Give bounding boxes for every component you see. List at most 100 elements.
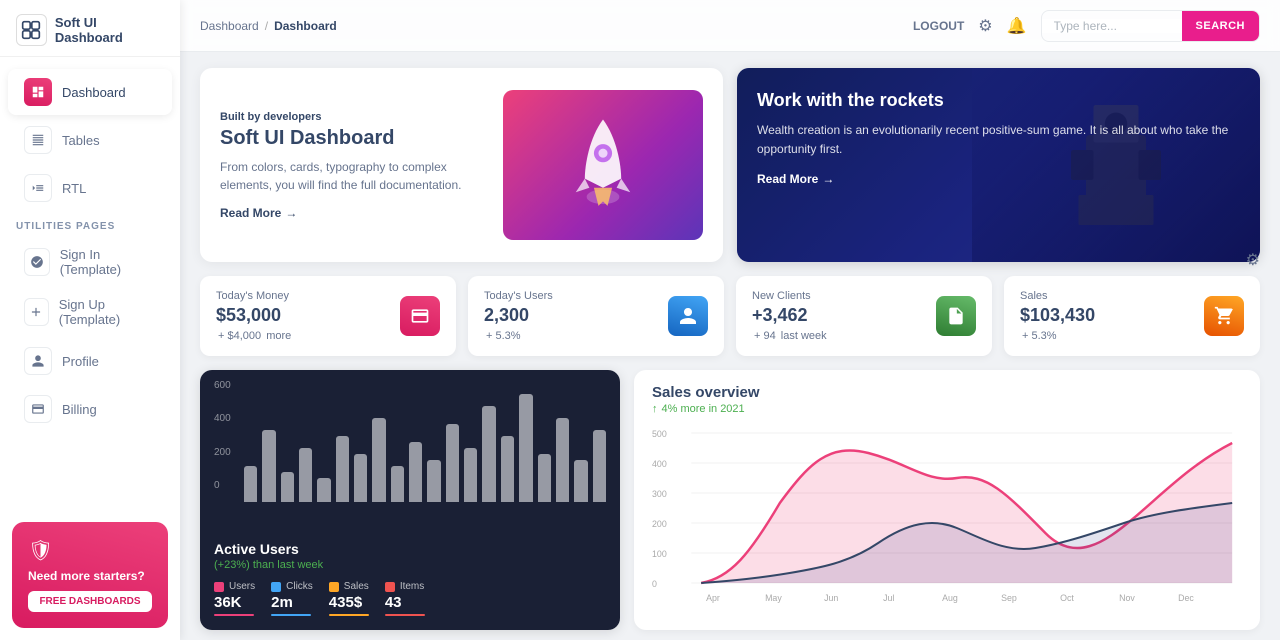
sidebar: Soft UI Dashboard Dashboard Tables RTL U… [0,0,180,640]
stat-icon-users [668,296,708,336]
users-dot [214,582,224,592]
chart-bar [519,394,532,502]
sidebar-item-signin[interactable]: Sign In (Template) [8,238,172,286]
search-box: SEARCH [1041,10,1260,42]
settings-icon[interactable]: ⚙ [978,16,992,36]
breadcrumb: Dashboard / Dashboard [200,19,337,33]
sidebar-item-label: Profile [62,354,99,369]
items-bar [385,614,425,616]
svg-text:Oct: Oct [1060,593,1074,603]
dark-hero-read-more[interactable]: Read More → [757,172,1240,186]
svg-text:Jul: Jul [883,593,894,603]
sidebar-item-label: Sign In (Template) [60,247,156,277]
chart-bar [593,430,606,502]
tables-icon [24,126,52,154]
hero-card-text: Built by developers Soft UI Dashboard Fr… [220,111,503,220]
dark-hero-content: Work with the rockets Wealth creation is… [757,90,1240,186]
sidebar-item-dashboard[interactable]: Dashboard [8,69,172,115]
line-chart-area: 500 400 300 200 100 0 Apr May Jun Jul Au… [652,423,1242,616]
chart-bar [427,460,440,502]
chart-bar [391,466,404,502]
active-users-title: Active Users [214,541,606,557]
sidebar-item-label: RTL [62,181,86,196]
hero-image [503,90,703,240]
sidebar-item-rtl[interactable]: RTL [8,165,172,211]
stats-settings-icon[interactable]: ⚙ [1246,250,1260,270]
header: Dashboard / Dashboard LOGOUT ⚙ 🔔 SEARCH [180,0,1280,52]
hero-title: Soft UI Dashboard [220,127,503,150]
chart-bar [446,424,459,502]
legend-users: Users 36K [214,581,255,616]
chart-bottom: Active Users (+23%) than last week Users… [200,531,620,630]
trend-arrow-icon: ↑ [652,403,658,415]
bottom-row: 600 400 200 0 Active Users (+23%) than l… [200,370,1260,630]
brand-icon [16,14,47,46]
chart-bar [299,448,312,502]
stat-label: New Clients [752,290,827,302]
breadcrumb-separator: / [265,19,268,33]
svg-text:Jun: Jun [824,593,838,603]
hero-read-more[interactable]: Read More → [220,206,503,220]
search-button[interactable]: SEARCH [1182,10,1259,42]
stat-icon-money [400,296,440,336]
rtl-icon [24,174,52,202]
stat-value: $103,430 [1020,305,1095,326]
svg-text:Sep: Sep [1001,593,1017,603]
svg-text:Nov: Nov [1119,593,1135,603]
hero-description: From colors, cards, typography to comple… [220,158,500,194]
breadcrumb-current: Dashboard [274,19,337,33]
chart-bar [281,472,294,502]
legend-clicks: Clicks 2m [271,581,313,616]
promo-icon: 🛡 [28,538,152,563]
stat-label: Sales [1020,290,1095,302]
chart-bar [262,430,275,502]
stat-change: + 5.3% [1020,330,1095,342]
sidebar-item-profile[interactable]: Profile [8,338,172,384]
chart-bar [336,436,349,502]
stat-value: $53,000 [216,305,291,326]
promo-button[interactable]: FREE DASHBOARDS [28,591,152,612]
chart-bar [409,442,422,502]
chart-bar [538,454,551,502]
line-chart-subtitle: ↑ 4% more in 2021 [652,403,1242,415]
sidebar-item-billing[interactable]: Billing [8,386,172,432]
clicks-dot [271,582,281,592]
notifications-icon[interactable]: 🔔 [1007,16,1027,36]
profile-icon [24,347,52,375]
stat-card-users: Today's Users 2,300 + 5.3% [468,276,724,356]
dashboard-icon [24,78,52,106]
sidebar-item-label: Billing [62,402,97,417]
svg-text:100: 100 [652,549,667,559]
stat-value: 2,300 [484,305,553,326]
svg-text:Dec: Dec [1178,593,1194,603]
line-chart-svg: 500 400 300 200 100 0 Apr May Jun Jul Au… [652,423,1242,613]
sidebar-item-label: Dashboard [62,85,126,100]
logout-button[interactable]: LOGOUT [913,19,964,33]
hero-card: Built by developers Soft UI Dashboard Fr… [200,68,723,262]
sidebar-item-signup[interactable]: Sign Up (Template) [8,288,172,336]
chart-bar [317,478,330,502]
stat-card-sales: Sales $103,430 + 5.3% [1004,276,1260,356]
chart-bar [501,436,514,502]
chart-bar [244,466,257,502]
signup-icon [24,298,49,326]
chart-bar [464,448,477,502]
utilities-label: UTILITIES PAGES [0,213,180,236]
stat-card-money: Today's Money $53,000 + $4,000 more [200,276,456,356]
sidebar-promo: 🛡 Need more starters? FREE DASHBOARDS [12,522,168,628]
dark-hero-card: Work with the rockets Wealth creation is… [737,68,1260,262]
stat-change: + 94 last week [752,330,827,342]
brand-title: Soft UI Dashboard [55,15,164,45]
bars-container [214,380,606,510]
search-input[interactable] [1042,19,1182,33]
header-right: LOGOUT ⚙ 🔔 SEARCH [913,10,1260,42]
sidebar-item-tables[interactable]: Tables [8,117,172,163]
hero-subtitle: Built by developers [220,111,503,123]
sidebar-item-label: Tables [62,133,100,148]
sales-dot [329,582,339,592]
bar-chart-card: 600 400 200 0 Active Users (+23%) than l… [200,370,620,630]
bar-chart-area: 600 400 200 0 [200,370,620,531]
bar-chart-y-axis: 600 400 200 0 [214,380,231,491]
svg-text:300: 300 [652,489,667,499]
clicks-bar [271,614,311,616]
